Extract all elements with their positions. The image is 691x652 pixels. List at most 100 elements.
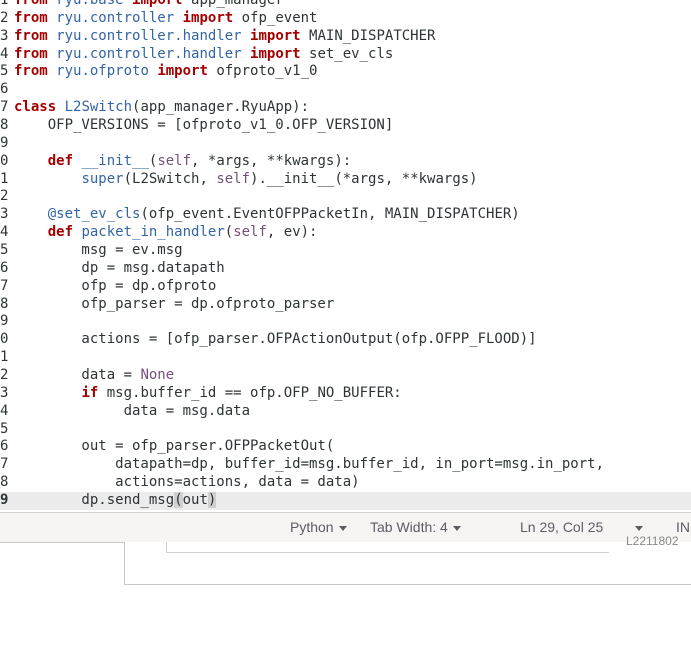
code-token: (L2Switch, [123,170,217,187]
tab-width-label: Tab Width: 4 [370,519,448,535]
code-token: ) [207,492,217,509]
line-code: @set_ev_cls(ofp_event.EventOFPPacketIn, … [14,206,520,224]
code-token: ryu.controller.handler [56,45,242,62]
code-token: self [216,170,251,187]
code-token: from [14,27,48,44]
line-number: 9 [0,492,9,509]
code-token: import [250,27,301,44]
code-token: from [14,9,48,26]
code-token: actions = [ofp_parser.OFPActionOutput(of… [14,331,537,348]
tab-width-selector[interactable]: Tab Width: 4 [370,513,461,542]
code-line[interactable]: 0 actions = [ofp_parser.OFPActionOutput(… [0,331,691,349]
code-token: from [14,45,48,62]
code-line[interactable]: 4 def packet_in_handler(self, ev): [0,224,691,242]
code-line[interactable]: 3 from ryu.controller.handler import MAIN… [0,28,691,46]
code-token: ofp_parser = dp.ofproto_parser [14,295,335,312]
code-token: import [182,9,234,26]
code-token: ryu.base [56,0,124,8]
line-code: data = msg.data [14,403,250,421]
code-line[interactable]: 9 dp.send_msg(out) [0,492,691,510]
line-number: 6 [0,259,9,276]
code-line[interactable]: 8 actions=actions, data = data) [0,474,691,492]
line-code: ofp = dp.ofproto [14,278,216,296]
code-line[interactable]: 6 out = ofp_parser.OFPPacketOut( [0,438,691,456]
code-token: None [140,367,175,384]
code-line[interactable]: 3 if msg.buffer_id == ofp.OFP_NO_BUFFER: [0,385,691,403]
line-code: from ryu.controller.handler import MAIN_… [14,28,435,46]
code-line[interactable]: 3 @set_ev_cls(ofp_event.EventOFPPacketIn… [0,206,691,224]
code-line[interactable]: 7 ofp = dp.ofproto [0,278,691,296]
code-line[interactable]: 6 dp = msg.datapath [0,260,691,278]
line-number: 9 [0,313,9,330]
code-token: packet_in_handler [81,224,225,241]
code-editor[interactable]: 1 from ryu.base import app_manager 2 from r… [0,0,691,510]
language-selector[interactable]: Python [290,513,347,542]
line-code: from ryu.base import app_manager [14,0,284,10]
code-line[interactable]: 4 data = msg.data [0,403,691,421]
code-token: ).__init__(*args, **kwargs) [250,170,478,187]
code-line[interactable]: 8 ofp_parser = dp.ofproto_parser [0,296,691,314]
code-line[interactable]: 5 from ryu.ofproto import ofproto_v1_0 [0,63,691,81]
code-line[interactable]: 2 from ryu.controller import ofp_event [0,10,691,28]
line-number: 7 [0,99,9,116]
code-line[interactable]: 8 OFP_VERSIONS = [ofproto_v1_0.OFP_VERSI… [0,117,691,135]
code-line[interactable]: 4 from ryu.controller.handler import set_… [0,46,691,64]
code-token: L2Switch [64,99,133,116]
line-number: 2 [0,367,9,384]
line-number: 2 [0,188,9,205]
cursor-position-selector[interactable]: Ln 29, Col 25 [520,513,644,542]
code-line[interactable]: 5 msg = ev.msg [0,242,691,260]
code-line[interactable]: 5 [0,421,691,439]
code-token: @set_ev_cls [47,206,141,223]
code-token: super [81,170,124,187]
code-token: self [233,224,267,241]
code-token: , ev): [266,224,318,241]
code-token: data = msg.data [14,402,251,419]
line-code: actions=actions, data = data) [14,474,360,492]
line-code: from ryu.controller import ofp_event [14,10,317,28]
line-code: dp.send_msg(out) [14,492,217,510]
code-line[interactable]: 1 super(L2Switch, self).__init__(*args, … [0,171,691,189]
line-code: super(L2Switch, self).__init__(*args, **… [14,170,478,189]
code-token: __init__ [81,152,149,169]
code-token: if [81,384,99,401]
line-number: 8 [0,295,9,312]
line-number: 7 [0,277,9,294]
code-token: ofp_event [233,9,318,26]
code-token: import [250,45,301,62]
code-token: ofproto_v1_0 [207,63,318,80]
insert-mode-label: IN [676,519,690,535]
code-line[interactable]: 9 [0,313,691,331]
code-line[interactable]: 1 from ryu.base import app_manager [0,0,691,10]
code-line[interactable]: 9 [0,135,691,153]
line-number: 1 [0,170,9,187]
chevron-down-icon [338,525,347,531]
code-token: dp = msg.datapath [14,259,225,276]
code-token: out = ofp_parser.OFPPacketOut( [14,438,335,455]
code-token: actions=actions, data = data) [14,474,360,491]
line-number: 3 [0,384,9,401]
status-bar: Python Tab Width: 4 Ln 29, Col 25 IN [0,512,691,543]
line-code: data = None [14,367,174,385]
line-code: from ryu.controller.handler import set_e… [14,46,393,64]
line-code: class L2Switch(app_manager.RyuApp): [14,99,309,117]
code-line[interactable]: 7 class L2Switch(app_manager.RyuApp): [0,99,691,117]
code-line[interactable]: 7 datapath=dp, buffer_id=msg.buffer_id, … [0,456,691,474]
code-token: MAIN_DISPATCHER [300,27,436,44]
line-code: ofp_parser = dp.ofproto_parser [14,296,334,314]
code-token: ( [224,224,234,241]
code-line[interactable]: 6 [0,81,691,99]
code-line[interactable]: 0 def __init__(self, *args, **kwargs): [0,153,691,171]
code-line[interactable]: 2 data = None [0,367,691,385]
code-token: (ofp_event.EventOFPPacketIn, MAIN_DISPAT… [140,206,520,223]
code-line[interactable]: 2 [0,188,691,206]
code-line[interactable]: 1 [0,349,691,367]
